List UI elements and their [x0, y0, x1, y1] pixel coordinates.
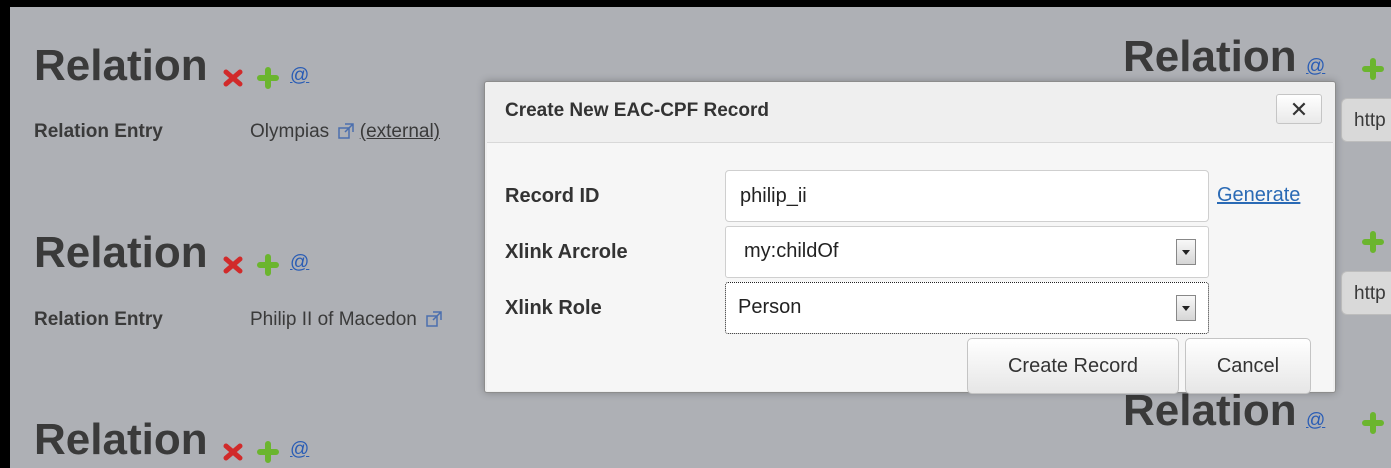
record-id-input[interactable]	[725, 170, 1209, 222]
chevron-down-icon	[1176, 239, 1196, 265]
add-relation-icon[interactable]	[1362, 231, 1384, 253]
record-id-label: Record ID	[505, 185, 600, 207]
relation-title: Relation	[34, 41, 208, 90]
relation-title: Relation	[34, 415, 208, 464]
relation-title: Relation	[1123, 386, 1297, 435]
role-label: Xlink Role	[505, 297, 602, 319]
external-link-icon[interactable]	[426, 311, 442, 327]
relation-at-link[interactable]: @	[290, 440, 309, 460]
add-relation-icon[interactable]	[1362, 58, 1384, 80]
remove-relation-icon[interactable]	[221, 440, 245, 464]
dialog-body: Record ID Generate Xlink Arcrole my:chil…	[487, 142, 1333, 394]
relation-entry-label: Relation Entry	[34, 309, 163, 330]
arcrole-label: Xlink Arcrole	[505, 241, 628, 263]
relation-entry-label: Relation Entry	[34, 121, 163, 142]
remove-relation-icon[interactable]	[221, 66, 245, 90]
relation-entry-text: Philip II of Macedon	[250, 309, 417, 330]
external-link-icon[interactable]	[338, 123, 355, 139]
create-record-button[interactable]: Create Record	[967, 338, 1179, 394]
generate-link[interactable]: Generate	[1217, 184, 1300, 207]
arcrole-select[interactable]: my:childOf	[725, 226, 1209, 278]
add-relation-icon[interactable]	[1362, 412, 1384, 434]
relation-entry-value: Olympias (external)	[250, 121, 440, 143]
role-select[interactable]: Person	[725, 282, 1209, 334]
cancel-button[interactable]: Cancel	[1185, 338, 1311, 394]
relation-at-link[interactable]: @	[1306, 57, 1325, 77]
chevron-down-icon	[1176, 295, 1196, 321]
relation-at-link[interactable]: @	[290, 253, 309, 273]
remove-relation-icon[interactable]	[221, 253, 245, 277]
relation-at-link[interactable]: @	[1306, 411, 1325, 431]
relation-entry-text: Olympias	[250, 121, 330, 142]
create-record-dialog: Create New EAC-CPF Record ✕ Record ID Ge…	[484, 81, 1336, 394]
url-input[interactable]: http	[1341, 271, 1391, 315]
role-value: Person	[738, 296, 802, 318]
relation-at-link[interactable]: @	[290, 66, 309, 86]
relation-title: Relation	[34, 228, 208, 277]
page-background: Relation @ Relation Entry Olympias (exte…	[10, 7, 1391, 468]
url-input[interactable]: http	[1341, 98, 1391, 142]
dialog-title: Create New EAC-CPF Record	[505, 100, 769, 121]
relation-title: Relation	[1123, 32, 1297, 81]
add-relation-icon[interactable]	[257, 67, 279, 89]
relation-entry-suffix[interactable]: (external)	[360, 121, 440, 142]
relation-entry-value: Philip II of Macedon	[250, 309, 442, 331]
add-relation-icon[interactable]	[257, 441, 279, 463]
close-button[interactable]: ✕	[1276, 94, 1322, 124]
add-relation-icon[interactable]	[257, 254, 279, 276]
arcrole-value: my:childOf	[744, 240, 839, 262]
close-icon: ✕	[1289, 97, 1309, 122]
